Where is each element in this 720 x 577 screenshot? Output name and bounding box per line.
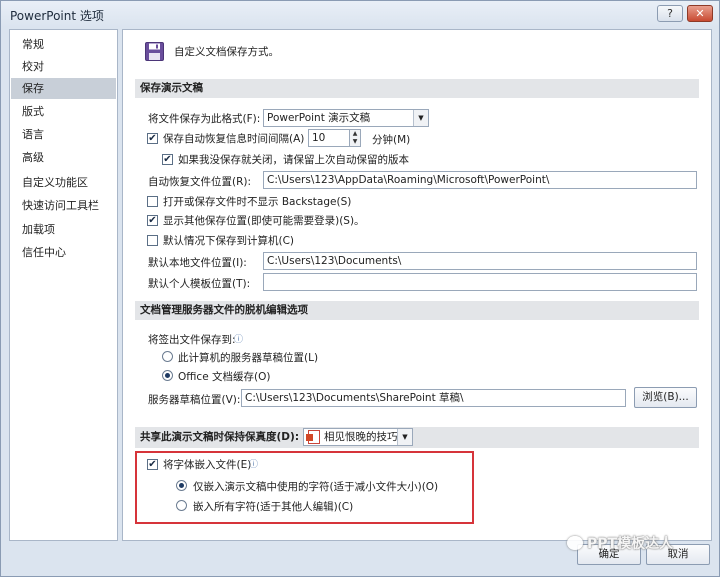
fidelity-document-select[interactable]: 相见恨晚的技巧 ▼ bbox=[303, 428, 413, 446]
default-location-field[interactable]: C:\Users\123\Documents\ bbox=[263, 252, 697, 270]
content-panel: 自定义文档保存方式。 保存演示文稿 将文件保存为此格式(F): PowerPoi… bbox=[122, 29, 712, 541]
no-backstage-label: 打开或保存文件时不显示 Backstage(S) bbox=[163, 196, 352, 208]
autorecover-location-label: 自动恢复文件位置(R): bbox=[148, 176, 252, 188]
sidebar-item-proofing[interactable]: 校对 bbox=[11, 56, 116, 77]
sidebar-item-customize-ribbon[interactable]: 自定义功能区 bbox=[11, 172, 116, 193]
section-save-presentations: 保存演示文稿 bbox=[135, 79, 699, 98]
autorecover-checkbox[interactable]: ✔ bbox=[147, 133, 158, 144]
browse-button[interactable]: 浏览(B)... bbox=[634, 387, 697, 408]
save-to-computer-checkbox[interactable] bbox=[147, 235, 158, 246]
save-icon bbox=[145, 42, 164, 61]
keep-last-version-label: 如果我没保存就关闭，请保留上次自动保留的版本 bbox=[178, 154, 409, 166]
sidebar: 常规 校对 保存 版式 语言 高级 自定义功能区 快速访问工具栏 加载项 信任中… bbox=[9, 29, 118, 541]
minutes-spinner[interactable]: ▲ ▼ bbox=[349, 129, 361, 147]
office-cache-label: Office 文档缓存(O) bbox=[178, 371, 271, 383]
section-fidelity: 共享此演示文稿时保持保真度(D): bbox=[135, 427, 699, 448]
embed-fonts-label: 将字体嵌入文件(E) bbox=[163, 459, 252, 471]
sidebar-item-advanced[interactable]: 高级 bbox=[11, 147, 116, 168]
embed-used-chars-radio[interactable] bbox=[176, 480, 187, 491]
office-cache-radio[interactable] bbox=[162, 370, 173, 381]
help-button[interactable]: ? bbox=[657, 5, 683, 22]
watermark-text: PPT模板达人 bbox=[587, 536, 674, 552]
autorecover-location-field[interactable]: C:\Users\123\AppData\Roaming\Microsoft\P… bbox=[263, 171, 697, 189]
show-more-locations-label: 显示其他保存位置(即使可能需要登录)(S)。 bbox=[163, 215, 365, 227]
drafts-location-field[interactable]: C:\Users\123\Documents\SharePoint 草稿\ bbox=[241, 389, 626, 407]
options-dialog: PowerPoint 选项 ? ✕ 常规 校对 保存 版式 语言 高级 自定义功… bbox=[0, 0, 720, 577]
minutes-label: 分钟(M) bbox=[372, 134, 411, 146]
sidebar-item-language[interactable]: 语言 bbox=[11, 124, 116, 145]
section-offline-editing: 文档管理服务器文件的脱机编辑选项 bbox=[135, 301, 699, 320]
embed-used-chars-label: 仅嵌入演示文稿中使用的字符(适于减小文件大小)(O) bbox=[193, 481, 439, 493]
autorecover-label: 保存自动恢复信息时间间隔(A) bbox=[163, 133, 305, 145]
sidebar-item-quick-access-toolbar[interactable]: 快速访问工具栏 bbox=[11, 195, 116, 216]
format-select-value: PowerPoint 演示文稿 bbox=[267, 112, 371, 124]
watermark: PPT模板达人 bbox=[567, 533, 673, 553]
chevron-down-icon: ▼ bbox=[413, 110, 428, 126]
sidebar-item-trust-center[interactable]: 信任中心 bbox=[11, 242, 116, 263]
fidelity-section-title: 共享此演示文稿时保持保真度(D): bbox=[140, 431, 300, 443]
sidebar-item-add-ins[interactable]: 加载项 bbox=[11, 219, 116, 240]
template-location-label: 默认个人模板位置(T): bbox=[148, 278, 251, 290]
autorecover-minutes-field[interactable]: 10 bbox=[308, 129, 350, 147]
keep-last-version-checkbox[interactable]: ✔ bbox=[162, 154, 173, 165]
wechat-icon bbox=[567, 536, 583, 550]
page-header-text: 自定义文档保存方式。 bbox=[174, 46, 279, 58]
format-select[interactable]: PowerPoint 演示文稿 ▼ bbox=[263, 109, 429, 127]
sidebar-item-general[interactable]: 常规 bbox=[11, 34, 116, 55]
default-location-label: 默认本地文件位置(I): bbox=[148, 257, 247, 269]
title-bar: PowerPoint 选项 ? ✕ bbox=[1, 1, 719, 27]
info-icon: ⓘ bbox=[234, 335, 244, 345]
show-more-locations-checkbox[interactable]: ✔ bbox=[147, 215, 158, 226]
sidebar-item-save[interactable]: 保存 bbox=[11, 78, 116, 99]
fidelity-document-value: 相见恨晚的技巧 bbox=[324, 431, 398, 443]
template-location-field[interactable] bbox=[263, 273, 697, 291]
format-label: 将文件保存为此格式(F): bbox=[148, 113, 261, 125]
window-title: PowerPoint 选项 bbox=[10, 9, 104, 23]
info-icon: ⓘ bbox=[249, 460, 259, 470]
embed-all-chars-label: 嵌入所有字符(适于其他人编辑)(C) bbox=[193, 501, 354, 513]
chevron-down-icon: ▼ bbox=[397, 429, 412, 445]
powerpoint-file-icon bbox=[306, 430, 320, 444]
server-drafts-radio[interactable] bbox=[162, 351, 173, 362]
drafts-location-label: 服务器草稿位置(V): bbox=[148, 394, 241, 406]
no-backstage-checkbox[interactable] bbox=[147, 196, 158, 207]
embed-all-chars-radio[interactable] bbox=[176, 500, 187, 511]
sidebar-item-layout[interactable]: 版式 bbox=[11, 101, 116, 122]
checkout-label: 将签出文件保存到: bbox=[148, 334, 236, 346]
server-drafts-label: 此计算机的服务器草稿位置(L) bbox=[178, 352, 319, 364]
close-button[interactable]: ✕ bbox=[687, 5, 713, 22]
embed-fonts-checkbox[interactable]: ✔ bbox=[147, 459, 158, 470]
save-to-computer-label: 默认情况下保存到计算机(C) bbox=[163, 235, 295, 247]
